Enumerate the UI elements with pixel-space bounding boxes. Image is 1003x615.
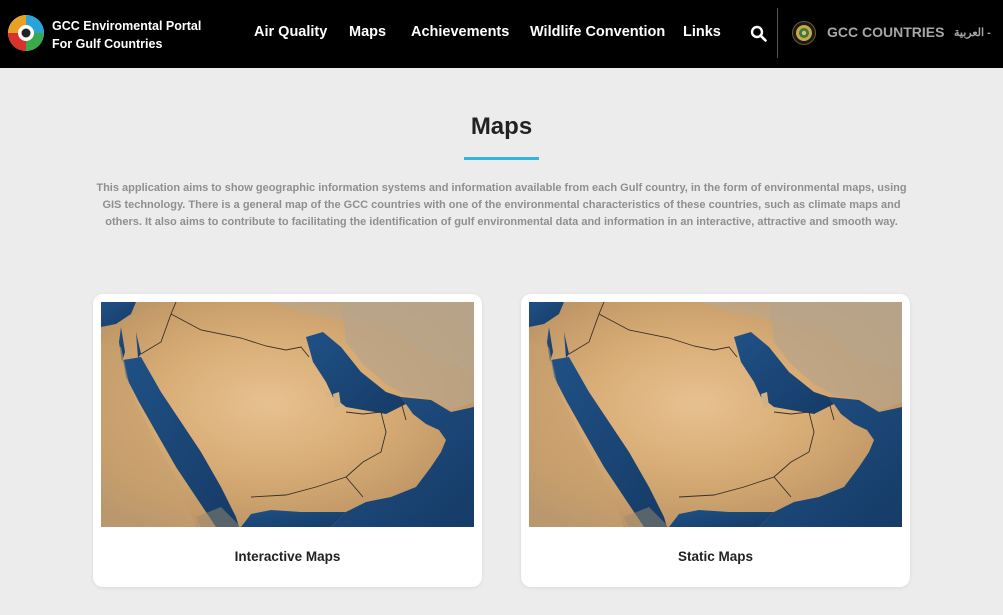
language-switch[interactable]: العربية - [954,26,991,39]
nav-item-maps[interactable]: Maps [349,24,386,40]
interactive-maps-image[interactable] [101,302,474,527]
title-underline [464,157,539,160]
intro-line-1: This application aims to show geographic… [96,182,907,194]
gcc-emblem-icon[interactable] [792,21,816,45]
static-maps-label[interactable]: Static Maps [521,549,910,564]
interactive-maps-card[interactable]: Interactive Maps [93,294,482,587]
brand-line-1: GCC Enviromental Portal [52,19,202,33]
header-divider [777,8,778,58]
brand-name[interactable]: GCC Enviromental Portal For Gulf Countri… [52,17,201,53]
intro-line-3: others. It also aims to contribute to fa… [105,216,898,228]
nav-item-links[interactable]: Links [683,24,721,40]
intro-line-2: GIS technology. There is a general map o… [102,199,901,211]
intro-text: This application aims to show geographic… [80,180,923,231]
gcc-countries-link[interactable]: GCC COUNTRIES [827,24,944,40]
search-icon[interactable] [750,25,767,42]
page-title: Maps [470,113,533,140]
portal-logo-icon[interactable] [7,14,45,52]
interactive-maps-label[interactable]: Interactive Maps [93,549,482,564]
brand-line-2: For Gulf Countries [52,37,163,51]
nav-item-air-quality[interactable]: Air Quality [254,24,327,40]
static-maps-card[interactable]: Static Maps [521,294,910,587]
nav-item-wildlife-convention[interactable]: Wildlife Convention [530,24,665,40]
static-maps-image[interactable] [529,302,902,527]
top-navigation-bar: GCC Enviromental Portal For Gulf Countri… [0,0,1003,68]
nav-item-achievements[interactable]: Achievements [411,24,509,40]
